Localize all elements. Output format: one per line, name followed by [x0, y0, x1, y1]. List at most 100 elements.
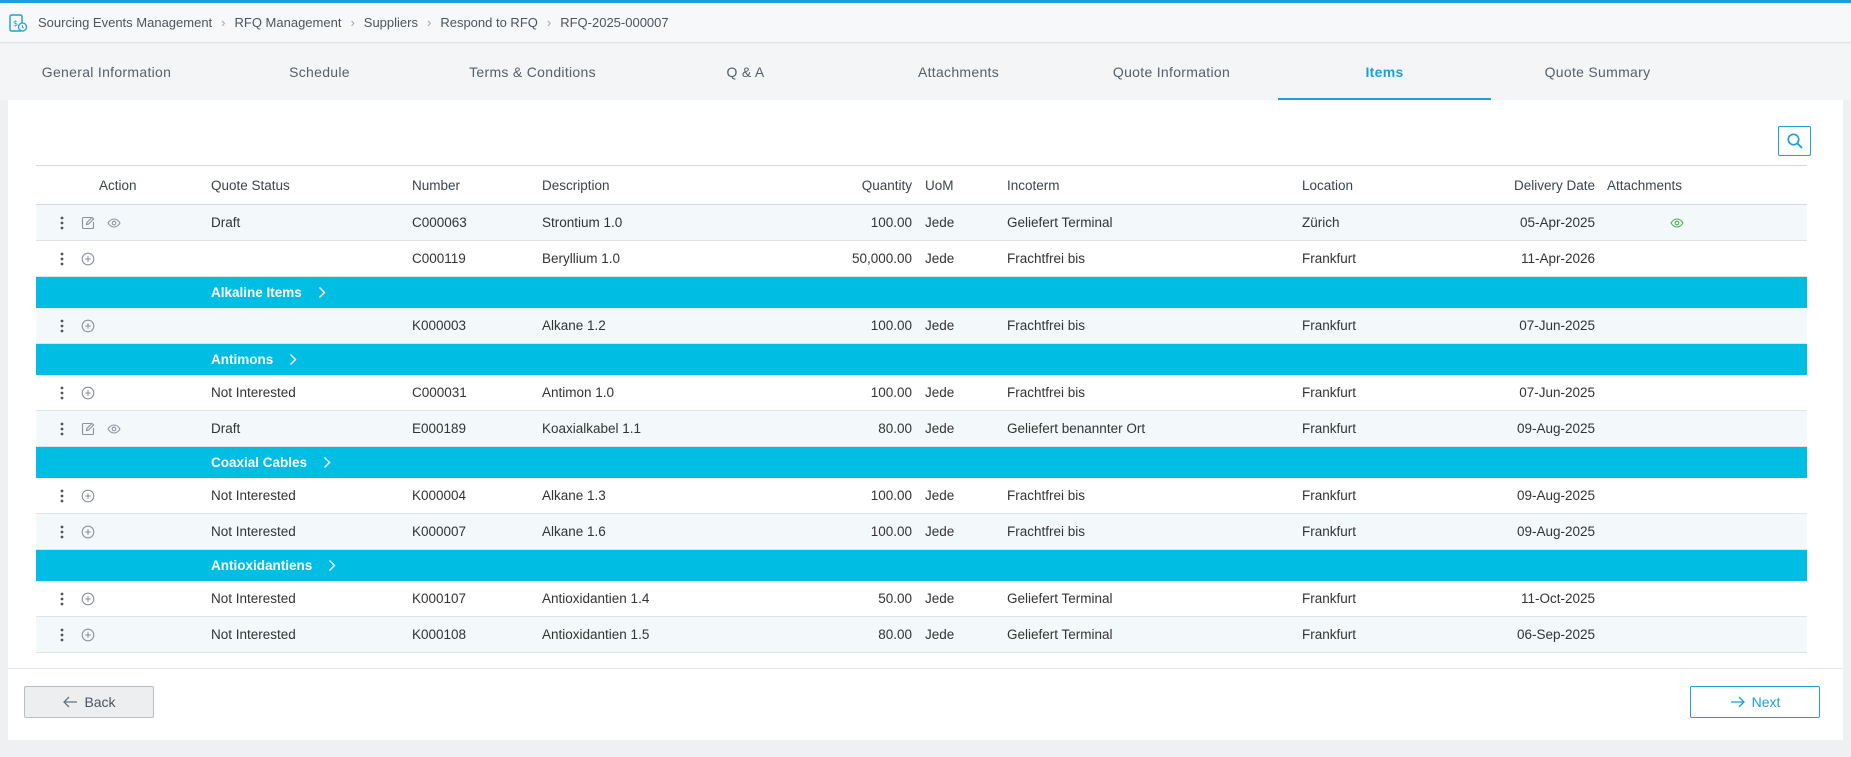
row-actions [36, 591, 211, 607]
kebab-menu-icon[interactable] [54, 628, 70, 642]
kebab-menu-icon[interactable] [54, 252, 70, 266]
breadcrumb-sourcing-events[interactable]: Sourcing Events Management [38, 15, 212, 30]
header-uom[interactable]: UoM [925, 178, 1007, 193]
tab-attachments[interactable]: Attachments [852, 44, 1065, 100]
table-row[interactable]: Draft E000189 Koaxialkabel 1.1 80.00 Jede Gel… [36, 411, 1807, 447]
cell-uom: Jede [925, 251, 955, 266]
cell-delivery-date: 11-Oct-2025 [1520, 591, 1595, 606]
row-actions [36, 215, 211, 231]
header-quote-status[interactable]: Quote Status [211, 178, 412, 193]
view-icon[interactable] [106, 215, 122, 231]
cell-delivery-date: 07-Jun-2025 [1519, 318, 1595, 333]
header-location[interactable]: Location [1302, 178, 1432, 193]
kebab-menu-icon[interactable] [54, 592, 70, 606]
table-row[interactable]: Draft C000063 Strontium 1.0 100.00 Jede Gelie… [36, 205, 1807, 241]
breadcrumb-respond-to-rfq[interactable]: Respond to RFQ [440, 15, 538, 30]
cell-location: Frankfurt [1302, 421, 1357, 436]
add-icon[interactable] [80, 488, 96, 504]
kebab-menu-icon[interactable] [54, 489, 70, 503]
attachment-view-icon[interactable] [1669, 215, 1685, 231]
cell-description: Alkane 1.6 [542, 524, 606, 539]
edit-icon[interactable] [80, 421, 96, 437]
cell-incoterm: Geliefert Terminal [1007, 627, 1113, 642]
tab-q-and-a[interactable]: Q & A [639, 44, 852, 100]
cell-quote-status: Not Interested [211, 591, 296, 606]
back-button[interactable]: Back [24, 686, 154, 718]
cell-quantity: 100.00 [870, 318, 912, 333]
table-row[interactable]: Not Interested K000107 Antioxidantien 1.4 5… [36, 581, 1807, 617]
breadcrumb-suppliers[interactable]: Suppliers [364, 15, 418, 30]
add-icon[interactable] [80, 627, 96, 643]
breadcrumb: $ Sourcing Events Management › RFQ Manag… [0, 3, 1851, 43]
cell-delivery-date: 05-Apr-2025 [1519, 215, 1595, 230]
edit-icon[interactable] [80, 215, 96, 231]
back-button-label: Back [84, 694, 116, 710]
table-header: Action Quote Status Number Description Q… [36, 165, 1807, 205]
tab-general-information[interactable]: General Information [0, 44, 213, 100]
kebab-menu-icon[interactable] [54, 386, 70, 400]
header-description[interactable]: Description [542, 178, 742, 193]
group-label: Coaxial Cables [211, 455, 308, 470]
cell-number: K000007 [412, 524, 467, 539]
cell-number: K000108 [412, 627, 467, 642]
tab-quote-summary[interactable]: Quote Summary [1491, 44, 1704, 100]
table-row[interactable]: K000003 Alkane 1.2 100.00 Jede Frachtfrei bi… [36, 308, 1807, 344]
table-row[interactable]: Not Interested K000007 Alkane 1.6 100.00 Jed… [36, 514, 1807, 550]
cell-quote-status: Not Interested [211, 488, 296, 503]
cell-number: C000031 [412, 385, 467, 400]
kebab-menu-icon[interactable] [54, 422, 70, 436]
cell-delivery-date: 06-Sep-2025 [1516, 627, 1595, 642]
cell-quantity: 80.00 [878, 627, 912, 642]
tab-items[interactable]: Items [1278, 44, 1491, 100]
table-row[interactable]: C000119 Beryllium 1.0 50,000.00 Jede Frachtf… [36, 241, 1807, 277]
table-row[interactable]: Not Interested K000004 Alkane 1.3 100.00 Jed… [36, 478, 1807, 514]
breadcrumb-current-rfq: RFQ-2025-000007 [560, 15, 669, 30]
kebab-menu-icon[interactable] [54, 525, 70, 539]
row-actions [36, 251, 211, 267]
header-delivery-date[interactable]: Delivery Date [1432, 178, 1607, 193]
cell-location: Zürich [1302, 215, 1340, 230]
search-button[interactable] [1778, 126, 1811, 156]
group-row[interactable]: Antimons [36, 344, 1807, 375]
cell-quantity: 50,000.00 [851, 251, 912, 266]
add-icon[interactable] [80, 318, 96, 334]
group-row[interactable]: Antioxidantiens [36, 550, 1807, 581]
header-incoterm[interactable]: Incoterm [1007, 178, 1302, 193]
group-row[interactable]: Coaxial Cables [36, 447, 1807, 478]
add-icon[interactable] [80, 385, 96, 401]
cell-incoterm: Frachtfrei bis [1007, 385, 1086, 400]
group-row[interactable]: Alkaline Items [36, 277, 1807, 308]
cell-uom: Jede [925, 215, 955, 230]
cell-quantity: 100.00 [870, 488, 912, 503]
chevron-right-icon [315, 456, 331, 469]
cell-quote-status: Not Interested [211, 627, 296, 642]
cell-quantity: 100.00 [870, 524, 912, 539]
cell-number: K000107 [412, 591, 467, 606]
tab-quote-information[interactable]: Quote Information [1065, 44, 1278, 100]
tab-terms-conditions[interactable]: Terms & Conditions [426, 44, 639, 100]
next-button[interactable]: Next [1690, 686, 1820, 718]
add-icon[interactable] [80, 591, 96, 607]
table-row[interactable]: Not Interested C000031 Antimon 1.0 100.00 Je… [36, 375, 1807, 411]
chevron-right-icon: › [546, 15, 552, 30]
view-icon[interactable] [106, 421, 122, 437]
kebab-menu-icon[interactable] [54, 216, 70, 230]
header-number[interactable]: Number [412, 178, 542, 193]
table-row[interactable]: Not Interested K000108 Antioxidantien 1.5 8… [36, 617, 1807, 653]
chevron-right-icon [310, 286, 326, 299]
add-icon[interactable] [80, 524, 96, 540]
add-icon[interactable] [80, 251, 96, 267]
cell-description: Beryllium 1.0 [542, 251, 621, 266]
cell-location: Frankfurt [1302, 627, 1357, 642]
cell-incoterm: Frachtfrei bis [1007, 524, 1086, 539]
cell-uom: Jede [925, 385, 955, 400]
breadcrumb-rfq-management[interactable]: RFQ Management [235, 15, 342, 30]
tab-schedule[interactable]: Schedule [213, 44, 426, 100]
kebab-menu-icon[interactable] [54, 319, 70, 333]
cell-quote-status: Not Interested [211, 385, 296, 400]
chevron-right-icon [281, 353, 297, 366]
cell-number: K000003 [412, 318, 467, 333]
cell-location: Frankfurt [1302, 318, 1357, 333]
cell-delivery-date: 09-Aug-2025 [1516, 524, 1595, 539]
header-quantity[interactable]: Quantity [742, 178, 925, 193]
